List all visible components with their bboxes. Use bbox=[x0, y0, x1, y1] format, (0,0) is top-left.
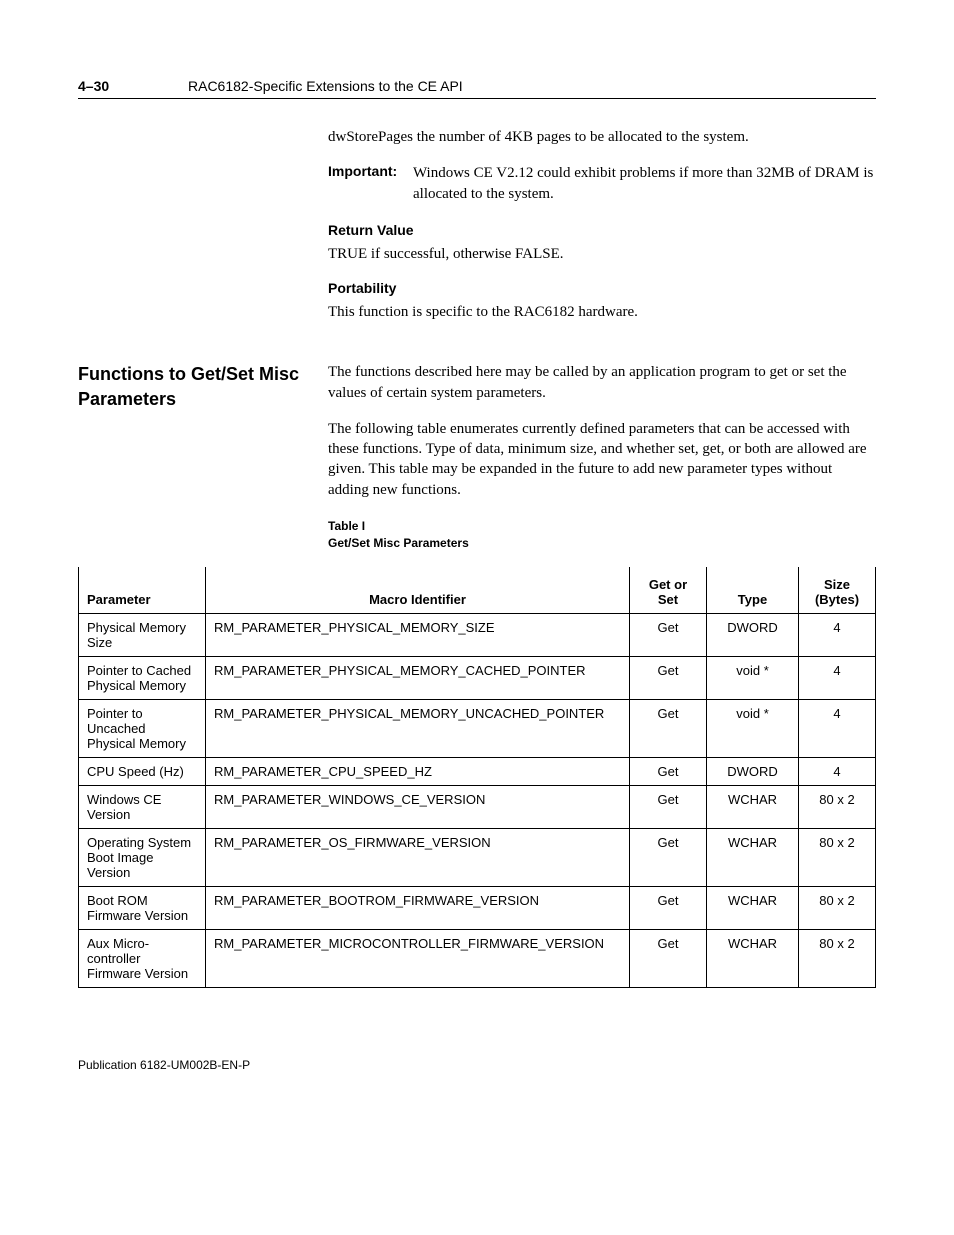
cell-type: DWORD bbox=[707, 614, 799, 657]
table-row: Pointer to Uncached Physical Memory RM_P… bbox=[79, 700, 876, 758]
page-number: 4–30 bbox=[78, 78, 188, 94]
cell-getset: Get bbox=[630, 786, 707, 829]
table-row: Windows CE Version RM_PARAMETER_WINDOWS_… bbox=[79, 786, 876, 829]
cell-getset: Get bbox=[630, 657, 707, 700]
table-header-row: Parameter Macro Identifier Get or Set Ty… bbox=[79, 567, 876, 614]
table-title: Get/Set Misc Parameters bbox=[328, 536, 469, 550]
important-label: Important: bbox=[328, 163, 413, 204]
cell-macro: RM_PARAMETER_CPU_SPEED_HZ bbox=[206, 758, 630, 786]
cell-type: DWORD bbox=[707, 758, 799, 786]
cell-size: 80 x 2 bbox=[799, 829, 876, 887]
cell-type: WCHAR bbox=[707, 887, 799, 930]
cell-type: WCHAR bbox=[707, 930, 799, 988]
cell-macro: RM_PARAMETER_MICROCONTROLLER_FIRMWARE_VE… bbox=[206, 930, 630, 988]
cell-macro: RM_PARAMETER_BOOTROM_FIRMWARE_VERSION bbox=[206, 887, 630, 930]
cell-type: WCHAR bbox=[707, 786, 799, 829]
return-value-text: TRUE if successful, otherwise FALSE. bbox=[328, 244, 876, 264]
footer-publication: Publication 6182-UM002B-EN-P bbox=[78, 1058, 876, 1072]
cell-type: void * bbox=[707, 657, 799, 700]
cell-parameter: CPU Speed (Hz) bbox=[79, 758, 206, 786]
cell-getset: Get bbox=[630, 700, 707, 758]
table-row: Pointer to Cached Physical Memory RM_PAR… bbox=[79, 657, 876, 700]
body-column: dwStorePages the number of 4KB pages to … bbox=[328, 127, 876, 322]
table-row: Operating System Boot Image Version RM_P… bbox=[79, 829, 876, 887]
cell-parameter: Boot ROM Firmware Version bbox=[79, 887, 206, 930]
cell-macro: RM_PARAMETER_PHYSICAL_MEMORY_UNCACHED_PO… bbox=[206, 700, 630, 758]
intro-para: dwStorePages the number of 4KB pages to … bbox=[328, 127, 876, 147]
th-getset: Get or Set bbox=[630, 567, 707, 614]
th-size: Size (Bytes) bbox=[799, 567, 876, 614]
table-row: CPU Speed (Hz) RM_PARAMETER_CPU_SPEED_HZ… bbox=[79, 758, 876, 786]
cell-parameter: Operating System Boot Image Version bbox=[79, 829, 206, 887]
table-row: Physical Memory Size RM_PARAMETER_PHYSIC… bbox=[79, 614, 876, 657]
table-row: Boot ROM Firmware Version RM_PARAMETER_B… bbox=[79, 887, 876, 930]
cell-getset: Get bbox=[630, 930, 707, 988]
important-text: Windows CE V2.12 could exhibit problems … bbox=[413, 163, 876, 204]
cell-parameter: Windows CE Version bbox=[79, 786, 206, 829]
portability-text: This function is specific to the RAC6182… bbox=[328, 302, 876, 322]
page-title: RAC6182-Specific Extensions to the CE AP… bbox=[188, 78, 463, 94]
table-row: Aux Micro-controller Firmware Version RM… bbox=[79, 930, 876, 988]
parameters-table: Parameter Macro Identifier Get or Set Ty… bbox=[78, 567, 876, 988]
cell-type: WCHAR bbox=[707, 829, 799, 887]
section-para-2: The following table enumerates currently… bbox=[328, 419, 876, 500]
section-heading: Functions to Get/Set Misc Parameters bbox=[78, 362, 328, 551]
cell-macro: RM_PARAMETER_PHYSICAL_MEMORY_SIZE bbox=[206, 614, 630, 657]
th-type: Type bbox=[707, 567, 799, 614]
cell-getset: Get bbox=[630, 758, 707, 786]
page: 4–30 RAC6182-Specific Extensions to the … bbox=[0, 0, 954, 1112]
cell-size: 4 bbox=[799, 614, 876, 657]
cell-parameter: Pointer to Cached Physical Memory bbox=[79, 657, 206, 700]
section-body: The functions described here may be call… bbox=[328, 362, 876, 551]
cell-parameter: Pointer to Uncached Physical Memory bbox=[79, 700, 206, 758]
cell-size: 4 bbox=[799, 700, 876, 758]
page-header: 4–30 RAC6182-Specific Extensions to the … bbox=[78, 78, 876, 99]
cell-size: 4 bbox=[799, 758, 876, 786]
cell-size: 80 x 2 bbox=[799, 930, 876, 988]
table-number: Table I bbox=[328, 519, 365, 533]
cell-getset: Get bbox=[630, 887, 707, 930]
cell-macro: RM_PARAMETER_OS_FIRMWARE_VERSION bbox=[206, 829, 630, 887]
return-value-heading: Return Value bbox=[328, 222, 876, 238]
cell-size: 80 x 2 bbox=[799, 786, 876, 829]
cell-size: 4 bbox=[799, 657, 876, 700]
cell-getset: Get bbox=[630, 829, 707, 887]
cell-size: 80 x 2 bbox=[799, 887, 876, 930]
cell-parameter: Aux Micro-controller Firmware Version bbox=[79, 930, 206, 988]
cell-macro: RM_PARAMETER_PHYSICAL_MEMORY_CACHED_POIN… bbox=[206, 657, 630, 700]
table-caption: Table I Get/Set Misc Parameters bbox=[328, 518, 876, 552]
important-note: Important: Windows CE V2.12 could exhibi… bbox=[328, 163, 876, 204]
section-para-1: The functions described here may be call… bbox=[328, 362, 876, 403]
cell-parameter: Physical Memory Size bbox=[79, 614, 206, 657]
section-two-column: Functions to Get/Set Misc Parameters The… bbox=[78, 362, 876, 551]
cell-getset: Get bbox=[630, 614, 707, 657]
th-macro: Macro Identifier bbox=[206, 567, 630, 614]
cell-macro: RM_PARAMETER_WINDOWS_CE_VERSION bbox=[206, 786, 630, 829]
cell-type: void * bbox=[707, 700, 799, 758]
th-parameter: Parameter bbox=[79, 567, 206, 614]
portability-heading: Portability bbox=[328, 280, 876, 296]
